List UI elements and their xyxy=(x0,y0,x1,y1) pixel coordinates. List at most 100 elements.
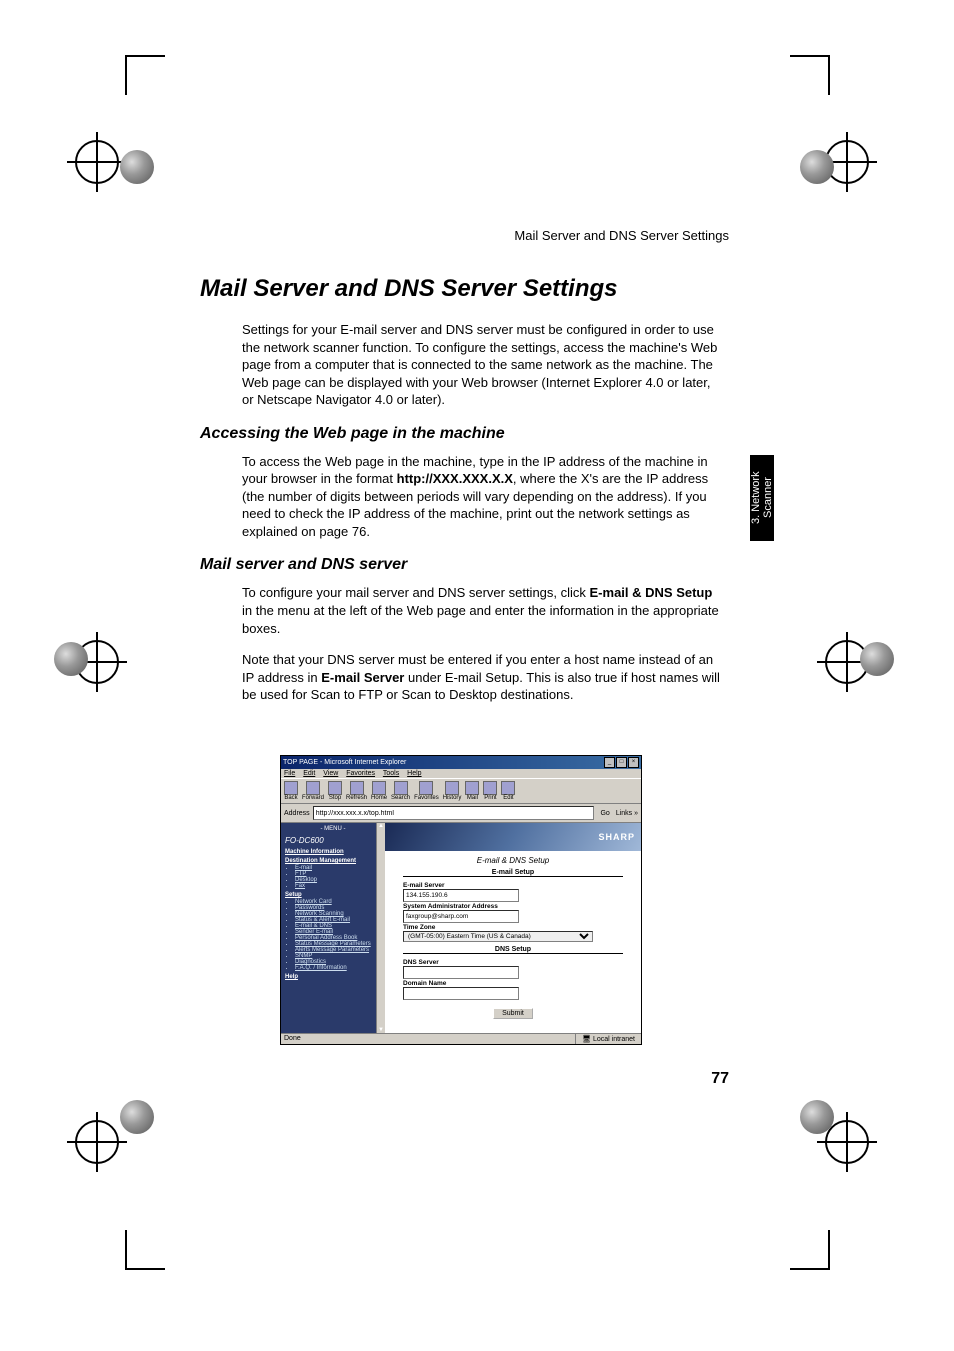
edit-icon xyxy=(501,781,515,795)
menu-help[interactable]: Help xyxy=(407,770,421,777)
section-heading-mail-dns: Mail server and DNS server xyxy=(200,556,830,574)
text: in the menu at the left of the Web page … xyxy=(242,603,719,636)
menu-file[interactable]: File xyxy=(284,770,295,777)
stop-button[interactable]: Stop xyxy=(328,781,342,801)
page-body: Mail Server and DNS Server Settings Sett… xyxy=(130,0,830,718)
print-dot-icon xyxy=(860,642,894,676)
menu-tools[interactable]: Tools xyxy=(383,770,399,777)
accessing-paragraph: To access the Web page in the machine, t… xyxy=(242,453,722,541)
favorites-button[interactable]: Favorites xyxy=(414,781,439,801)
menu-label: - MENU - xyxy=(285,826,381,832)
dns-server-input[interactable] xyxy=(403,966,519,979)
print-icon xyxy=(483,781,497,795)
page-heading: E-mail & DNS Setup xyxy=(385,856,641,865)
email-server-input[interactable] xyxy=(403,889,519,902)
forward-button[interactable]: Forward xyxy=(302,781,324,801)
print-button[interactable]: Print xyxy=(483,781,497,801)
print-dot-icon xyxy=(54,642,88,676)
zone-icon: 🖥 xyxy=(582,1036,593,1043)
banner: SHARP xyxy=(385,823,641,851)
mail-dns-paragraph-2: Note that your DNS server must be entere… xyxy=(242,651,722,704)
home-icon xyxy=(372,781,386,795)
submit-button[interactable]: Submit xyxy=(493,1008,533,1019)
setup-list: Network Card Passwords Network Scanning … xyxy=(295,899,381,971)
email-setup-form: E-mail Server System Administrator Addre… xyxy=(385,879,641,944)
chapter-tab: 3. Network Scanner xyxy=(750,455,774,541)
sidebar-scrollbar[interactable] xyxy=(376,823,385,1033)
back-icon xyxy=(284,781,298,795)
destination-list: E-mail FTP Desktop Fax xyxy=(295,865,381,889)
refresh-icon xyxy=(350,781,364,795)
refresh-button[interactable]: Refresh xyxy=(346,781,367,801)
address-bar: Address Go Links » xyxy=(281,804,641,823)
stop-icon xyxy=(328,781,342,795)
domain-name-input[interactable] xyxy=(403,987,519,1000)
favorites-icon xyxy=(419,781,433,795)
page-title: Mail Server and DNS Server Settings xyxy=(200,275,830,303)
menu-view[interactable]: View xyxy=(323,770,338,777)
email-server-label: E-mail Server xyxy=(403,882,623,889)
intro-paragraph: Settings for your E-mail server and DNS … xyxy=(242,321,722,409)
mail-dns-paragraph-1: To configure your mail server and DNS se… xyxy=(242,584,722,637)
sys-admin-label: System Administrator Address xyxy=(403,903,623,910)
print-dot-icon xyxy=(120,1100,154,1134)
search-button[interactable]: Search xyxy=(391,781,410,801)
home-button[interactable]: Home xyxy=(371,781,387,801)
dns-server-label: DNS Server xyxy=(403,959,623,966)
nav-destination-management[interactable]: Destination Management xyxy=(285,858,381,864)
window-title: TOP PAGE - Microsoft Internet Explorer xyxy=(283,759,406,766)
status-bar: Done 🖥 Local intranet xyxy=(281,1033,641,1044)
nav-setup[interactable]: Setup xyxy=(285,892,381,898)
address-input[interactable] xyxy=(313,806,595,820)
address-label: Address xyxy=(284,810,310,817)
nav-help[interactable]: Help xyxy=(285,974,381,980)
nav-machine-info[interactable]: Machine Information xyxy=(285,849,381,855)
close-icon[interactable]: × xyxy=(628,757,639,768)
back-button[interactable]: Back xyxy=(284,781,298,801)
search-icon xyxy=(394,781,408,795)
history-icon xyxy=(445,781,459,795)
main-panel: SHARP E-mail & DNS Setup E-mail Setup E-… xyxy=(385,823,641,1033)
field-name-bold: E-mail Server xyxy=(321,670,404,685)
go-button[interactable]: Go xyxy=(597,810,612,817)
menu-bar: File Edit View Favorites Tools Help xyxy=(281,769,641,778)
window-titlebar: TOP PAGE - Microsoft Internet Explorer _… xyxy=(281,756,641,769)
history-button[interactable]: History xyxy=(443,781,462,801)
browser-window: TOP PAGE - Microsoft Internet Explorer _… xyxy=(280,755,642,1045)
sharp-logo: SHARP xyxy=(598,832,635,842)
page-number: 77 xyxy=(711,1070,729,1088)
menu-item-bold: E-mail & DNS Setup xyxy=(590,585,713,600)
email-setup-heading: E-mail Setup xyxy=(403,869,623,877)
print-dot-icon xyxy=(800,1100,834,1134)
window-buttons: _□× xyxy=(603,757,639,768)
submit-row: Submit xyxy=(385,1008,641,1019)
mail-icon xyxy=(465,781,479,795)
menu-edit[interactable]: Edit xyxy=(303,770,315,777)
dns-setup-form: DNS Server Domain Name xyxy=(385,956,641,1002)
registration-mark-icon xyxy=(75,1120,119,1164)
status-right: 🖥 Local intranet xyxy=(576,1034,641,1044)
sys-admin-input[interactable] xyxy=(403,910,519,923)
registration-mark-icon xyxy=(75,140,119,184)
forward-icon xyxy=(306,781,320,795)
menu-favorites[interactable]: Favorites xyxy=(346,770,375,777)
maximize-icon[interactable]: □ xyxy=(616,757,627,768)
dns-setup-heading: DNS Setup xyxy=(403,946,623,954)
status-left: Done xyxy=(281,1034,576,1044)
minimize-icon[interactable]: _ xyxy=(604,757,615,768)
edit-button[interactable]: Edit xyxy=(501,781,515,801)
section-heading-accessing: Accessing the Web page in the machine xyxy=(200,425,830,443)
crop-mark xyxy=(790,1230,830,1270)
nav-sidebar: - MENU - FO-DC600 Machine Information De… xyxy=(281,823,385,1033)
timezone-select[interactable]: (GMT-05:00) Eastern Time (US & Canada) xyxy=(403,931,593,942)
mail-button[interactable]: Mail xyxy=(465,781,479,801)
toolbar: Back Forward Stop Refresh Home Search Fa… xyxy=(281,778,641,804)
product-brand: FO-DC600 xyxy=(285,836,381,845)
links-button[interactable]: Links » xyxy=(616,810,638,817)
nav-fax[interactable]: Fax xyxy=(295,883,381,889)
timezone-label: Time Zone xyxy=(403,924,623,931)
domain-name-label: Domain Name xyxy=(403,980,623,987)
registration-mark-icon xyxy=(825,1120,869,1164)
nav-faq-info[interactable]: F.A.Q. / Information xyxy=(295,965,381,971)
browser-content: - MENU - FO-DC600 Machine Information De… xyxy=(281,823,641,1033)
